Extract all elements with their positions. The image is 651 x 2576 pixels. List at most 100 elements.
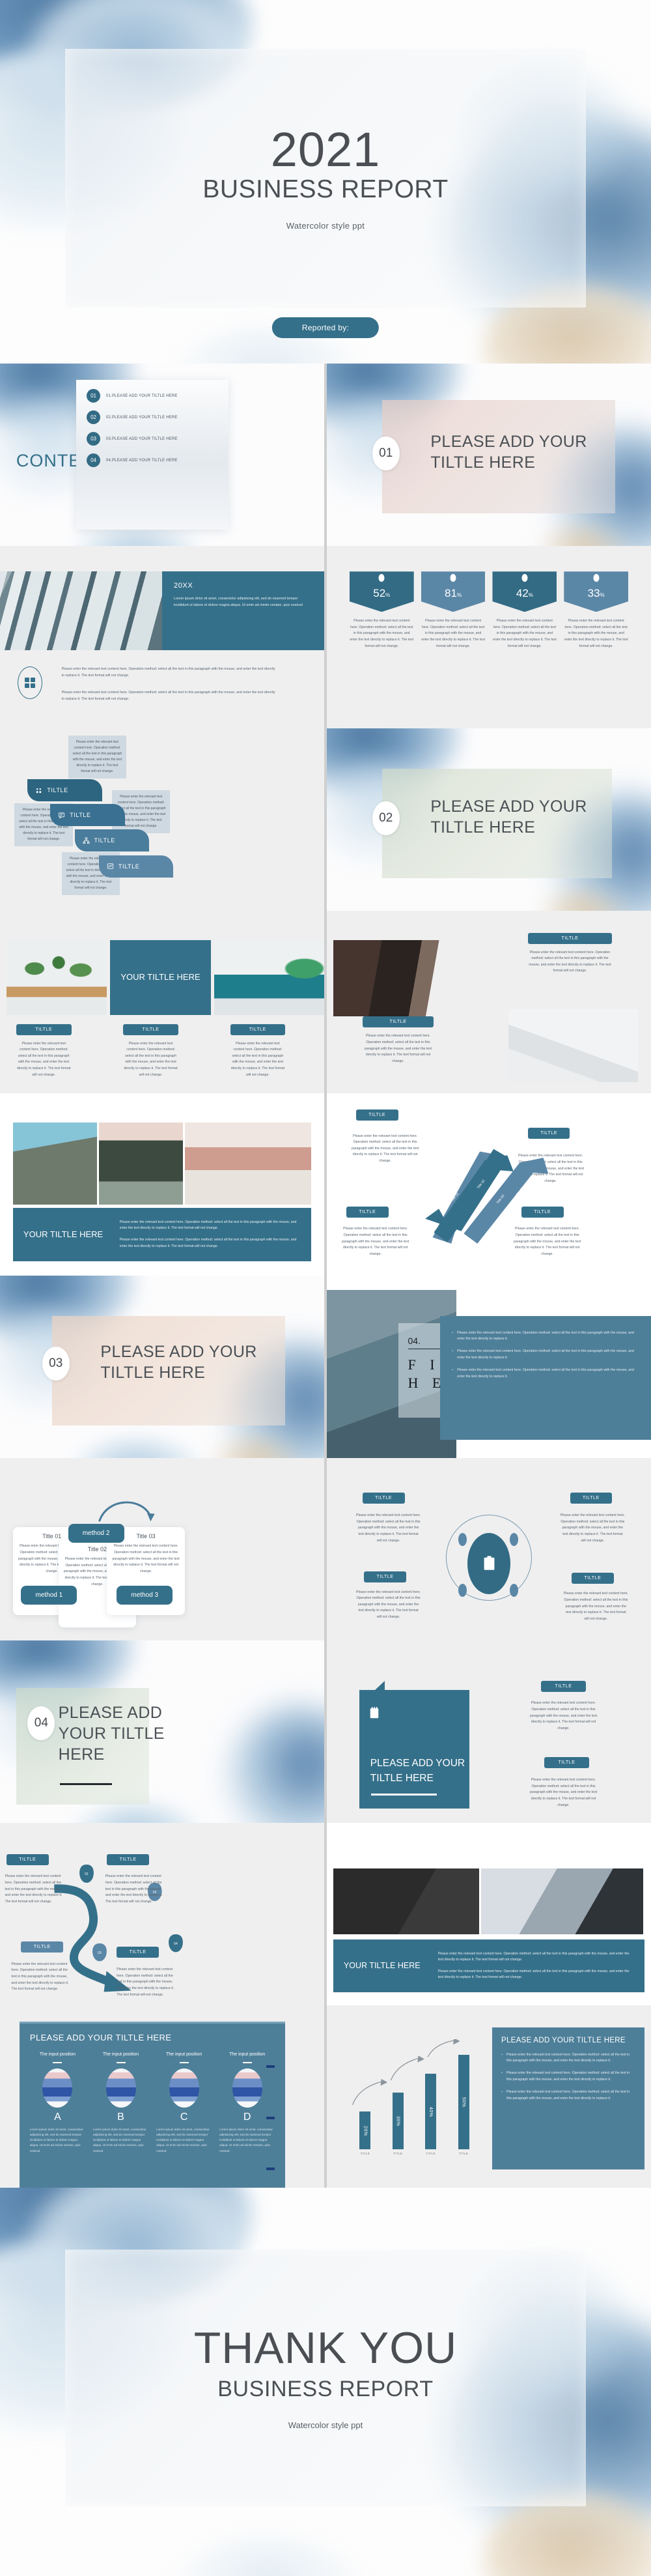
slide-fisher[interactable]: 04. Imitation Again F I S H E R Please e… — [327, 1276, 651, 1458]
pin-card-1[interactable]: TILTLE — [6, 1853, 49, 1865]
circle-card-4[interactable]: TILTLE — [571, 1573, 614, 1584]
step-chip[interactable]: TILTLE — [50, 804, 125, 827]
bubble-card-2[interactable]: TILTLE — [544, 1757, 590, 1769]
slide-methods[interactable]: Title 01 Please enter the relevant text … — [0, 1458, 324, 1640]
card-tag: TILTLE — [362, 1493, 405, 1504]
desk-card[interactable]: TILTLE Please enter the relevant text co… — [362, 1016, 434, 1065]
deck-row-3: 20XX Lorem ipsum dolor sit amet, consect… — [0, 546, 651, 728]
method-pill-3[interactable]: method 3 — [117, 1586, 173, 1605]
slide-business-photo[interactable]: YOUR TILTLE HERE Please enter the releva… — [327, 1823, 651, 2005]
stat-flag: 33% — [564, 571, 629, 612]
body-paragraph-2: Please enter the relevant text content h… — [61, 691, 275, 701]
list-item[interactable]: 01 01.PLEASE ADD YOUR TILTLE HERE — [87, 389, 218, 403]
deck-row-1: 2021 BUSINESS REPORT Watercolor style pp… — [0, 0, 651, 364]
slide-cover[interactable]: 2021 BUSINESS REPORT Watercolor style pp… — [0, 0, 651, 364]
bubble-card-1[interactable]: TILTLE — [540, 1680, 587, 1692]
method-pill-2[interactable]: method 2 — [68, 1523, 124, 1543]
circle-card-1[interactable]: TILTLE — [362, 1493, 405, 1504]
slide-speech-bubble[interactable]: PLEASE ADD YOUR TILTLE HERE TILTLE Pleas… — [327, 1640, 651, 1823]
reported-by-button[interactable]: Reported by: — [271, 317, 380, 338]
bar-item[interactable]: 50% TITLE — [458, 2055, 469, 2155]
stat-flag: 81% — [421, 571, 486, 612]
slide-thankyou[interactable]: THANK YOU BUSINESS REPORT Watercolor sty… — [0, 2188, 651, 2576]
circle-card-3[interactable]: TILTLE — [364, 1571, 406, 1582]
slide-tower-desk[interactable]: TILTLE Please enter the relevant text co… — [327, 911, 651, 1093]
list-item[interactable]: 02 02.PLEASE ADD YOUR TILTLE HERE — [87, 410, 218, 425]
your-title-label: YOUR TILTLE HERE — [23, 1229, 104, 1239]
bar-value: 40% — [428, 2106, 434, 2117]
slide-section-03[interactable]: 03 PLEASE ADD YOUR TILTLE HERE — [0, 1276, 324, 1458]
dot-icon — [593, 574, 600, 582]
slide-bar-chart[interactable]: 20% TITLE 30% TITLE 40% TITLE 50% TITLE — [327, 2005, 651, 2188]
slide-pin-path[interactable]: 01 02 03 04 TILTLE Please enter the rele… — [0, 1823, 324, 2005]
method-pill-1[interactable]: method 1 — [21, 1586, 77, 1605]
stat-item[interactable]: 81% Please enter the relevant text conte… — [421, 571, 486, 650]
architecture-photo — [0, 571, 162, 650]
abcd-orb-icon — [232, 2065, 275, 2171]
card-tag: TILTLE — [16, 1023, 72, 1035]
pin-label: 01 — [85, 1872, 89, 1877]
cover-title: BUSINESS REPORT — [202, 175, 449, 203]
slide-abcd[interactable]: PLEASE ADD YOUR TILTLE HERE The input po… — [0, 2005, 324, 2188]
card-text: Please enter the relevant text content h… — [17, 1041, 71, 1077]
pin-card-2[interactable]: TILTLE — [107, 1853, 150, 1865]
title-photo-panel: YOUR TILTLE HERE — [110, 939, 211, 1015]
card-1[interactable]: TILTLE Please enter the relevant text co… — [16, 1023, 72, 1079]
card-3[interactable]: TILTLE Please enter the relevant text co… — [230, 1023, 286, 1079]
bar-item[interactable]: 30% TITLE — [392, 2093, 404, 2155]
step-chip[interactable]: TILTLE — [74, 829, 150, 852]
abcd-column[interactable]: The input position D Lorem ipsum dolor s… — [219, 2052, 275, 2171]
deck-row-8: Title 01 Please enter the relevant text … — [0, 1458, 651, 1640]
panel-paragraph-1: Please enter the relevant text content h… — [119, 1220, 297, 1231]
grid-icon — [18, 666, 43, 699]
bar-chart: 20% TITLE 30% TITLE 40% TITLE 50% TITLE — [343, 2031, 486, 2166]
bar: 30% — [392, 2093, 404, 2150]
stat-text: Please enter the relevant text content h… — [492, 619, 557, 648]
card-tag: TILTLE — [362, 1016, 434, 1028]
pin-card-4[interactable]: TILTLE — [117, 1947, 159, 1958]
arrow-card-3[interactable]: TILTLE — [346, 1206, 389, 1218]
section-number: 03 — [42, 1347, 70, 1381]
slide-contents[interactable]: CONTENTS 01 01.PLEASE ADD YOUR TILTLE HE… — [0, 364, 324, 546]
cover-panel: 2021 BUSINESS REPORT Watercolor style pp… — [65, 49, 586, 308]
slide-triple-photo[interactable]: YOUR TILTLE HERE Please enter the releva… — [0, 1093, 324, 1276]
slide-section-04[interactable]: 04 PLEASE ADD YOUR TILTLE HERE — [0, 1640, 324, 1823]
business-photo-1 — [333, 1868, 480, 1934]
tower-card[interactable]: TILTLE Please enter the relevant text co… — [527, 932, 613, 975]
slide-arrow-diagram[interactable]: TILTLE Please enter the relevant text co… — [327, 1093, 651, 1276]
stat-item[interactable]: 33% Please enter the relevant text conte… — [564, 571, 629, 650]
list-item[interactable]: 03 03.PLEASE ADD YOUR TILTLE HERE — [87, 432, 218, 446]
slide-photo-cards[interactable]: YOUR TILTLE HERE TILTLE Please enter the… — [0, 911, 324, 1093]
card-tag: TILTLE — [230, 1023, 286, 1035]
list-item[interactable]: 04 04.PLEASE ADD YOUR TILTLE HERE — [87, 453, 218, 468]
bar-item[interactable]: 40% TITLE — [425, 2074, 437, 2155]
stat-item[interactable]: 42% Please enter the relevant text conte… — [492, 571, 557, 650]
slide-circle-infographic[interactable]: TILTLE Please enter the relevant text co… — [327, 1458, 651, 1640]
slide-step-diagram[interactable]: Please enter the relevant text content h… — [0, 728, 324, 911]
deck-row-11: PLEASE ADD YOUR TILTLE HERE The input po… — [0, 2005, 651, 2188]
bar-item[interactable]: 20% TITLE — [359, 2111, 371, 2155]
pin-card-3[interactable]: TILTLE — [21, 1941, 64, 1953]
stats-row: 52% Please enter the relevant text conte… — [349, 571, 629, 650]
card-text: Please enter the relevant text content h… — [230, 1041, 285, 1077]
contents-label: 02.PLEASE ADD YOUR TILTLE HERE — [106, 415, 178, 420]
slide-section-01[interactable]: 01 PLEASE ADD YOUR TILTLE HERE — [327, 364, 651, 546]
arrow-card-1[interactable]: TILTLE — [355, 1109, 398, 1121]
pin-text-1: Please enter the relevant text content h… — [5, 1874, 62, 1904]
stat-item[interactable]: 52% Please enter the relevant text conte… — [349, 571, 414, 650]
card-tag: TILTLE — [6, 1853, 49, 1865]
step-chip[interactable]: TILTLE — [27, 779, 102, 802]
arrow-card-2[interactable]: TILTLE — [527, 1128, 570, 1139]
card-2[interactable]: TILTLE Please enter the relevant text co… — [123, 1023, 178, 1079]
pin-text-3: Please enter the relevant text content h… — [11, 1962, 69, 1992]
pin-text-4: Please enter the relevant text content h… — [117, 1968, 174, 1997]
slide-statistics[interactable]: 52% Please enter the relevant text conte… — [327, 546, 651, 728]
stat-value: 42 — [516, 587, 529, 600]
bullet-item: Please enter the relevant text content h… — [501, 2052, 635, 2065]
circle-card-2[interactable]: TILTLE — [570, 1493, 613, 1504]
step-chip[interactable]: TILTLE — [98, 855, 174, 878]
slide-section-02[interactable]: 02 PLEASE ADD YOUR TILTLE HERE — [327, 728, 651, 911]
pin-label: 04 — [174, 1941, 178, 1946]
circle-text-2: Please enter the relevant text content h… — [560, 1513, 625, 1543]
slide-20xx[interactable]: 20XX Lorem ipsum dolor sit amet, consect… — [0, 546, 324, 728]
